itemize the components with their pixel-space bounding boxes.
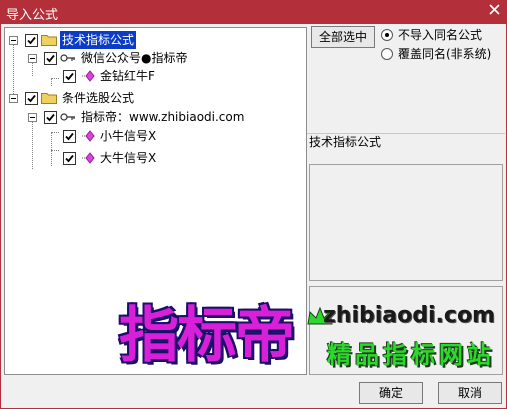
watermark-logo-text: 指标帝 [119, 301, 295, 371]
radio-label: 不导入同名公式 [398, 28, 483, 42]
diamond-icon [82, 152, 95, 164]
radio-button[interactable] [381, 48, 393, 60]
close-icon[interactable] [488, 3, 501, 16]
tree-item-label: 小牛信号X [100, 129, 157, 143]
tree-item-tech-formulas[interactable]: 技术指标公式 [5, 31, 305, 49]
window-title: 导入公式 [6, 8, 59, 23]
diamond-icon [82, 70, 95, 82]
folder-icon [41, 35, 57, 46]
collapse-icon[interactable] [9, 94, 18, 103]
collapse-icon[interactable] [9, 36, 18, 45]
tree-item-site[interactable]: 指标帝：www.zhibiaodi.com [5, 108, 305, 126]
tree-item-label: 大牛信号X [100, 151, 157, 165]
radio-button[interactable] [381, 29, 393, 41]
tree-item-wechat-account[interactable]: 微信公众号●指标帝 [5, 49, 305, 67]
collapse-icon[interactable] [28, 54, 37, 63]
tree-checkbox[interactable] [44, 111, 57, 124]
info-label: 技术指标公式 [309, 135, 382, 149]
key-icon [60, 54, 75, 62]
watermark-domain: zhibiaodi.com [323, 303, 495, 328]
tree-checkbox[interactable] [63, 70, 76, 83]
collapse-icon[interactable] [28, 113, 37, 122]
tree-checkbox[interactable] [44, 52, 57, 65]
tree-item-label: 指标帝：www.zhibiaodi.com [81, 110, 245, 124]
key-icon [60, 113, 75, 121]
watermark-slogan: 精品指标网站 [327, 341, 495, 369]
select-all-button[interactable]: 全部选中 [311, 26, 375, 48]
tree-item-formula[interactable]: 小牛信号X [5, 127, 305, 145]
radio-no-import[interactable]: 不导入同名公式 [381, 27, 505, 43]
cancel-button[interactable]: 取消 [438, 382, 502, 404]
radio-overwrite[interactable]: 覆盖同名(非系统) [381, 46, 505, 62]
tree-item-label: 条件选股公式 [62, 91, 135, 105]
tree-item-stock-screen[interactable]: 条件选股公式 [5, 89, 305, 107]
ok-button[interactable]: 确定 [359, 382, 423, 404]
radio-label: 覆盖同名(非系统) [398, 47, 492, 61]
title-bar: 导入公式 [0, 0, 507, 24]
tree-checkbox[interactable] [25, 92, 38, 105]
tree-item-label: 技术指标公式 [60, 31, 137, 49]
description-box [309, 164, 503, 281]
tree-item-label: 金钻红牛F [100, 69, 155, 83]
dialog-client: 技术指标公式 微信公众号●指标帝 金钻红牛F 条件选股公式 指标帝：www.zh… [0, 24, 507, 409]
tree-item-formula[interactable]: 大牛信号X [5, 149, 305, 167]
tree-item-label: 微信公众号●指标帝 [81, 51, 188, 65]
tree-checkbox[interactable] [25, 34, 38, 47]
folder-icon [41, 93, 57, 104]
tree-checkbox[interactable] [63, 152, 76, 165]
diamond-icon [82, 130, 95, 142]
tree-item-formula[interactable]: 金钻红牛F [5, 67, 305, 85]
tree-checkbox[interactable] [63, 130, 76, 143]
